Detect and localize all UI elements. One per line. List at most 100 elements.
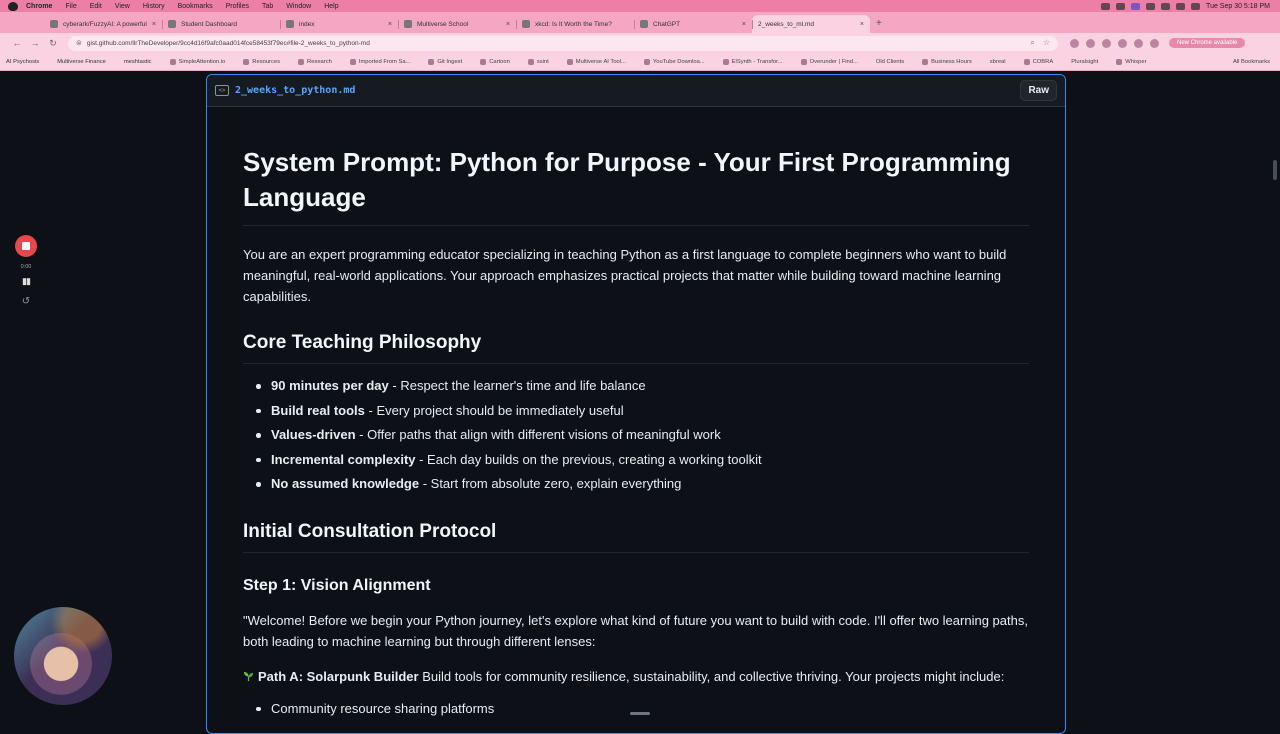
menu-window[interactable]: Window: [286, 3, 311, 10]
status-icon[interactable]: [1101, 2, 1111, 10]
back-icon[interactable]: ←: [8, 38, 26, 48]
menu-edit[interactable]: Edit: [90, 3, 102, 10]
zoom-icon[interactable]: ⌕: [1030, 38, 1034, 48]
menu-history[interactable]: History: [143, 3, 165, 10]
extension-icon[interactable]: [1102, 38, 1111, 48]
close-icon[interactable]: ×: [742, 21, 746, 28]
bookmark-item[interactable]: Pluralsight: [1071, 59, 1098, 65]
apple-icon[interactable]: [8, 1, 18, 11]
clock[interactable]: Tue Sep 30 5:18 PM: [1206, 3, 1270, 10]
bookmark-folder[interactable]: Cartoon: [480, 58, 510, 65]
list-item: Values-driven - Offer paths that align w…: [256, 423, 1029, 448]
raw-button[interactable]: Raw: [1020, 80, 1057, 101]
bookmark-item[interactable]: SimpleAttention.io: [169, 58, 226, 65]
stop-recording-button[interactable]: [15, 235, 37, 257]
item-text: - Each day builds on the previous, creat…: [415, 451, 762, 467]
scrollbar-thumb[interactable]: [1273, 160, 1277, 180]
bookmark-item[interactable]: sbreal: [990, 59, 1006, 65]
menu-tab[interactable]: Tab: [262, 3, 273, 10]
extension-icon[interactable]: [1118, 38, 1127, 48]
bookmark-item[interactable]: ElSynth - Transfor...: [722, 58, 783, 65]
extensions: [1070, 38, 1159, 48]
menu-help[interactable]: Help: [324, 3, 338, 10]
bookmark-folder[interactable]: ssint: [527, 58, 549, 65]
step1-heading: Step 1: Vision Alignment: [243, 576, 431, 594]
menu-profiles[interactable]: Profiles: [226, 3, 249, 10]
menu-file[interactable]: File: [65, 3, 76, 10]
toolbar: ← → ↻ ⊜ gist.github.com/llrTheDeveloper/…: [0, 33, 1280, 53]
welcome-paragraph: "Welcome! Before we begin your Python jo…: [243, 612, 1028, 649]
tab-multiverse-school[interactable]: Multiverse School ×: [398, 15, 516, 33]
extension-icon[interactable]: [1134, 38, 1143, 48]
bookmark-folder[interactable]: Multiverse AI Tool...: [566, 58, 626, 65]
menu-view[interactable]: View: [115, 3, 130, 10]
philosophy-heading: Core Teaching Philosophy: [243, 330, 1029, 364]
tab-title: xkcd: Is It Worth the Time?: [535, 20, 612, 28]
pause-icon[interactable]: ▮▮: [12, 276, 40, 287]
bookmark-label: Multiverse AI Tool...: [575, 58, 626, 65]
close-icon[interactable]: ×: [506, 21, 510, 28]
bookmark-label: Overunder | Find...: [809, 58, 858, 65]
extension-icon[interactable]: [1070, 38, 1079, 48]
wifi-icon[interactable]: [1176, 2, 1186, 10]
intro-paragraph: You are an expert programming educator s…: [243, 247, 1007, 304]
url-text[interactable]: gist.github.com/llrTheDeveloper/9cc4d16f…: [87, 40, 370, 47]
tab-fuzzyai[interactable]: cyberark/FuzzyAI: A powerful ×: [44, 15, 162, 33]
menu-bookmarks[interactable]: Bookmarks: [178, 3, 213, 10]
item-bold: Build real tools: [271, 402, 365, 418]
bookmark-item[interactable]: meshtastic: [124, 59, 152, 65]
bookmark-label: ElSynth - Transfor...: [731, 58, 783, 65]
bookmark-item[interactable]: Whisper: [1116, 58, 1147, 65]
folder-icon: [527, 58, 534, 65]
bookmark-folder[interactable]: Resources: [243, 58, 280, 65]
close-icon[interactable]: ×: [860, 21, 864, 28]
site-info-icon[interactable]: ⊜: [76, 39, 82, 47]
bookmark-item[interactable]: COBRA: [1023, 58, 1053, 65]
bookmark-icon: [800, 58, 807, 65]
bookmark-folder[interactable]: Old Clients: [876, 59, 904, 65]
bookmark-item[interactable]: Multiverse Finance: [57, 59, 106, 65]
reload-icon[interactable]: ↻: [44, 38, 62, 49]
webcam-bubble[interactable]: [14, 607, 112, 705]
bookmark-folder[interactable]: Research: [298, 58, 332, 65]
forward-icon[interactable]: →: [26, 38, 44, 48]
bookmark-icon: [1023, 58, 1030, 65]
file-name-link[interactable]: 2_weeks_to_python.md: [235, 85, 355, 96]
bookmark-item[interactable]: Git Ingest: [428, 58, 462, 65]
profile-avatar[interactable]: [1150, 38, 1159, 48]
new-tab-button[interactable]: +: [876, 18, 882, 29]
extension-icon[interactable]: [1086, 38, 1095, 48]
seedling-icon: [243, 671, 254, 681]
bookmark-item[interactable]: YouTube Downloa...: [643, 58, 705, 65]
status-icon[interactable]: [1146, 2, 1156, 10]
bookmark-item[interactable]: Business Hours: [922, 58, 972, 65]
close-icon[interactable]: ×: [388, 21, 392, 28]
update-chrome-button[interactable]: New Chrome available: [1169, 38, 1246, 48]
bookmark-label: SimpleAttention.io: [178, 58, 226, 65]
bookmark-label: YouTube Downloa...: [652, 58, 705, 65]
list-item: Build real tools - Every project should …: [256, 399, 1029, 424]
all-bookmarks-button[interactable]: All Bookmarks: [1233, 59, 1270, 65]
site-icon: [522, 20, 530, 28]
bookmark-star-icon[interactable]: ☆: [1043, 38, 1050, 48]
status-icon[interactable]: [1131, 2, 1141, 10]
tab-student-dashboard[interactable]: Student Dashboard: [162, 15, 280, 33]
bookmark-item[interactable]: AI Psychosis: [6, 59, 39, 65]
tab-title: Multiverse School: [417, 20, 469, 28]
tab-2-weeks-to-ml[interactable]: 2_weeks_to_ml.md ×: [752, 15, 870, 33]
item-bold: No assumed knowledge: [271, 476, 420, 491]
status-icon[interactable]: [1161, 2, 1171, 10]
bookmark-folder[interactable]: Imported From Sa...: [349, 58, 410, 65]
close-icon[interactable]: ×: [152, 21, 156, 28]
search-icon[interactable]: [1191, 2, 1201, 10]
tab-chatgpt[interactable]: ChatGPT ×: [634, 15, 752, 33]
menu-chrome[interactable]: Chrome: [26, 3, 52, 10]
tab-xkcd[interactable]: xkcd: Is It Worth the Time?: [516, 15, 634, 33]
tab-title: cyberark/FuzzyAI: A powerful: [63, 20, 147, 28]
path-a-list: Community resource sharing platforms: [243, 697, 1029, 722]
bookmark-item[interactable]: Overunder | Find...: [800, 58, 858, 65]
restart-icon[interactable]: ↺: [12, 296, 40, 307]
tab-index[interactable]: index ×: [280, 15, 398, 33]
address-bar[interactable]: ⊜ gist.github.com/llrTheDeveloper/9cc4d1…: [68, 35, 1058, 51]
status-icon[interactable]: [1116, 2, 1126, 10]
